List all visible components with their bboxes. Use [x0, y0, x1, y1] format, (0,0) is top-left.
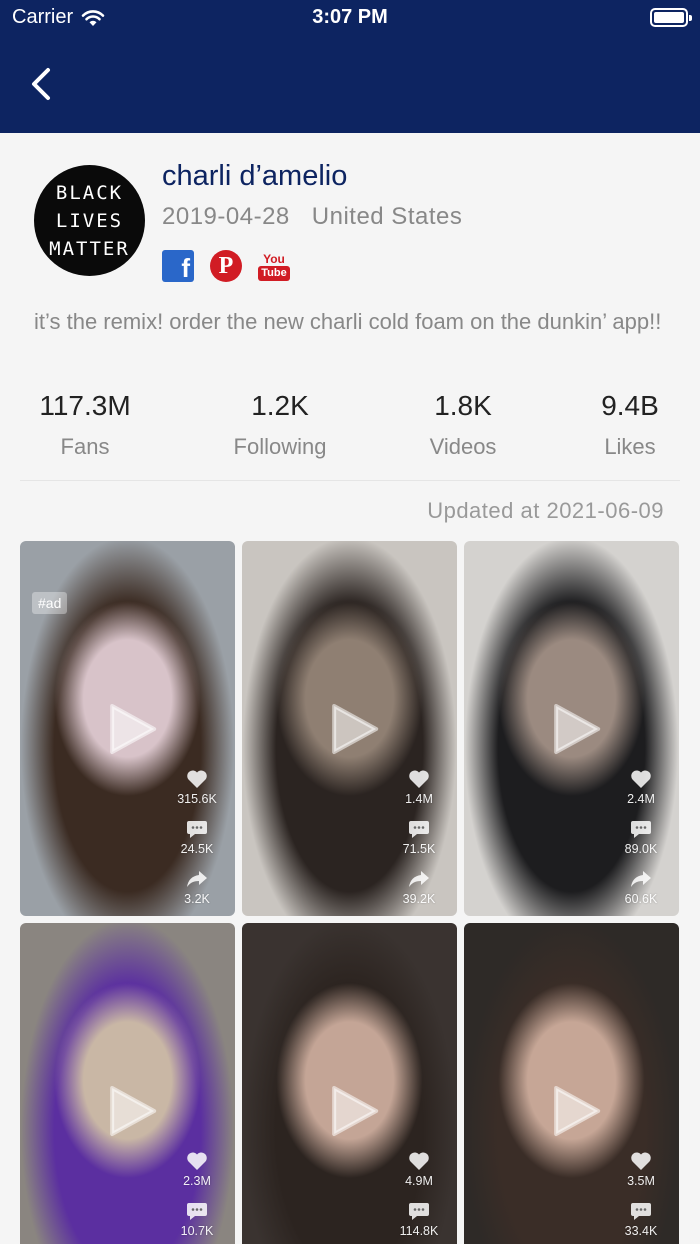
- video-stats: 1.4M 71.5K 39.2K: [389, 767, 449, 916]
- comment-count: 24.5K: [180, 842, 214, 856]
- video-stats: 3.5M 33.4K: [611, 1149, 671, 1244]
- profile-stats: 117.3M Fans 1.2K Following 1.8K Videos 9…: [0, 390, 700, 470]
- heart-icon: [409, 1152, 429, 1170]
- social-links: f P You Tube: [162, 250, 290, 283]
- stat-label: Fans: [60, 434, 110, 459]
- heart-icon: [187, 770, 207, 788]
- video-stats: 2.3M 10.7K: [167, 1149, 227, 1244]
- updated-date: Updated at 2021-06-09: [427, 498, 664, 523]
- video-stats: 315.6K 24.5K 3.2K: [167, 767, 227, 916]
- share-icon: [631, 871, 651, 887]
- youtube-tube-text: Tube: [258, 265, 290, 281]
- share-count: 3.2K: [184, 892, 210, 906]
- like-count: 4.9M: [405, 1174, 433, 1188]
- back-chevron-icon[interactable]: [26, 62, 66, 106]
- facebook-icon[interactable]: f: [162, 250, 194, 283]
- pinterest-icon[interactable]: P: [210, 250, 242, 282]
- play-icon: [331, 703, 378, 754]
- avatar-text-line: BLACK: [55, 181, 124, 204]
- profile-bio: it’s the remix! order the new charli col…: [34, 309, 662, 334]
- like-count: 315.6K: [177, 792, 217, 806]
- youtube-you-text: You: [263, 251, 285, 266]
- heart-icon: [631, 770, 651, 788]
- join-date: 2019-04-28: [162, 203, 290, 230]
- stat-value: 1.2K: [251, 390, 309, 421]
- stat-fans: 117.3M Fans: [30, 390, 140, 460]
- youtube-icon[interactable]: You Tube: [258, 250, 290, 282]
- play-icon: [553, 1085, 600, 1136]
- comment-icon: [409, 1203, 429, 1220]
- stat-following: 1.2K Following: [220, 390, 340, 460]
- video-stats: 4.9M 114.8K: [389, 1149, 449, 1244]
- comment-icon: [187, 1203, 207, 1220]
- stat-videos: 1.8K Videos: [408, 390, 518, 460]
- play-icon: [109, 703, 156, 754]
- divider: [20, 480, 680, 481]
- avatar: BLACK LIVES MATTER: [34, 165, 145, 276]
- like-count: 1.4M: [405, 792, 433, 806]
- share-icon: [187, 871, 207, 887]
- comment-icon: [631, 1203, 651, 1220]
- profile-meta: 2019-04-28 United States: [162, 203, 462, 231]
- comment-icon: [409, 821, 429, 838]
- heart-icon: [187, 1152, 207, 1170]
- status-bar: Carrier 3:07 PM: [0, 0, 700, 36]
- navigation-bar: Carrier 3:07 PM: [0, 0, 700, 133]
- video-stats: 2.4M 89.0K 60.6K: [611, 767, 671, 916]
- comment-icon: [187, 821, 207, 838]
- status-time: 3:07 PM: [312, 6, 388, 28]
- share-count: 60.6K: [624, 892, 658, 906]
- play-icon: [553, 703, 600, 754]
- video-card[interactable]: 3.5M 33.4K: [464, 923, 679, 1244]
- stat-label: Likes: [604, 434, 656, 459]
- country: United States: [311, 203, 463, 230]
- ad-badge: #ad: [32, 592, 68, 614]
- stat-label: Videos: [429, 434, 497, 459]
- avatar-text-line: LIVES: [55, 209, 124, 232]
- stat-value: 1.8K: [434, 390, 492, 421]
- video-card[interactable]: #ad 315.6K 24.5K 3.2K: [20, 541, 235, 916]
- avatar-text-line: MATTER: [49, 237, 130, 260]
- video-card[interactable]: 2.4M 89.0K 60.6K: [464, 541, 679, 916]
- video-card[interactable]: 2.3M 10.7K: [20, 923, 235, 1244]
- like-count: 2.4M: [627, 792, 655, 806]
- stat-label: Following: [233, 434, 327, 459]
- like-count: 3.5M: [627, 1174, 655, 1188]
- share-count: 39.2K: [402, 892, 436, 906]
- battery-icon: [650, 8, 692, 27]
- stat-value: 9.4B: [601, 390, 659, 421]
- video-card[interactable]: 4.9M 114.8K: [242, 923, 457, 1244]
- video-card[interactable]: 1.4M 71.5K 39.2K: [242, 541, 457, 916]
- play-icon: [331, 1085, 378, 1136]
- comment-count: 114.8K: [399, 1224, 439, 1238]
- stat-likes: 9.4B Likes: [580, 390, 680, 460]
- comment-icon: [631, 821, 651, 838]
- like-count: 2.3M: [183, 1174, 211, 1188]
- stat-value: 117.3M: [39, 390, 131, 421]
- heart-icon: [631, 1152, 651, 1170]
- comment-count: 10.7K: [180, 1224, 214, 1238]
- play-icon: [109, 1085, 156, 1136]
- share-icon: [409, 871, 429, 887]
- comment-count: 71.5K: [402, 842, 436, 856]
- comment-count: 33.4K: [624, 1224, 658, 1238]
- comment-count: 89.0K: [624, 842, 658, 856]
- profile-name: charli d’amelio: [162, 160, 348, 192]
- heart-icon: [409, 770, 429, 788]
